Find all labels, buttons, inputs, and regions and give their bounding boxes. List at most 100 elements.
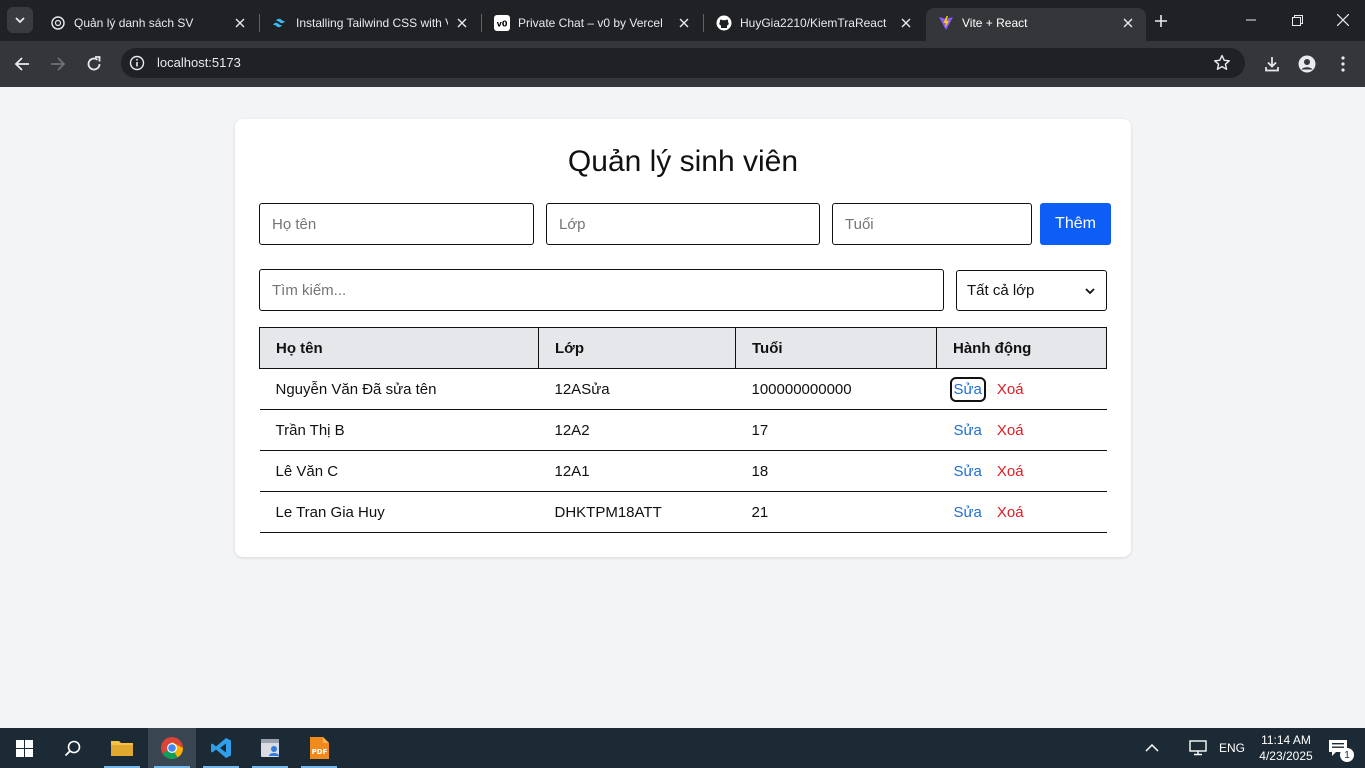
column-header-age: Tuổi [735, 327, 937, 369]
cell-actions: Sửa Xoá [936, 368, 1107, 410]
tab-quan-ly-danh-sach[interactable]: Quản lý danh sách SV [38, 8, 258, 41]
cell-age: 100000000000 [735, 368, 937, 410]
tailwind-icon [272, 15, 288, 31]
forward-button[interactable] [44, 50, 72, 78]
cell-age: 17 [735, 409, 937, 451]
address-bar[interactable]: localhost:5173 [121, 48, 1245, 78]
tab-title: Quản lý danh sách SV [74, 15, 194, 30]
cell-actions: Sửa Xoá [936, 409, 1107, 451]
minimize-button[interactable] [1228, 0, 1274, 40]
site-info-icon[interactable] [129, 55, 145, 71]
restore-icon [1291, 14, 1303, 26]
class-input[interactable] [546, 203, 820, 245]
back-button[interactable] [8, 50, 36, 78]
language-indicator[interactable]: ENG [1219, 741, 1245, 755]
profile-icon [1298, 55, 1316, 73]
cell-name: Nguyễn Văn Đã sửa tên [259, 368, 539, 410]
notification-badge: 1 [1340, 748, 1354, 762]
edit-button[interactable]: Sửa [953, 503, 983, 522]
age-input[interactable] [832, 203, 1032, 245]
notifications-button[interactable]: 1 [1318, 728, 1358, 768]
tab-search-button[interactable] [7, 7, 33, 33]
edit-button[interactable]: Sửa [953, 421, 983, 440]
tab-github-repo[interactable]: HuyGia2210/KiemTraReact [704, 8, 924, 41]
windows-logo-icon [15, 739, 33, 757]
tab-v0-chat[interactable]: v0 Private Chat – v0 by Vercel [482, 8, 702, 41]
github-icon [716, 15, 732, 31]
browser-toolbar: localhost:5173 [0, 41, 1365, 87]
search-input[interactable] [259, 269, 944, 311]
contacts-app-button[interactable] [246, 728, 294, 768]
cell-actions: Sửa Xoá [936, 491, 1107, 533]
new-tab-button[interactable] [1148, 8, 1174, 34]
clock-time: 11:14 AM [1261, 733, 1311, 747]
bookmark-star-icon[interactable] [1213, 54, 1231, 72]
table-row: Nguyễn Văn Đã sửa tên 12ASửa 10000000000… [259, 368, 1107, 410]
search-icon [64, 740, 80, 756]
student-manager-card: Quản lý sinh viên Thêm Tất cả lớp Họ tên… [235, 119, 1131, 557]
delete-button[interactable]: Xoá [997, 422, 1024, 439]
more-vert-icon [1341, 56, 1345, 72]
contact-card-icon [261, 739, 279, 757]
name-input[interactable] [259, 203, 534, 245]
start-button[interactable] [0, 728, 48, 768]
tab-title: Installing Tailwind CSS with V [296, 15, 448, 30]
pdf-app-button[interactable]: PDF [295, 728, 343, 768]
class-filter-select[interactable]: Tất cả lớp [956, 270, 1107, 311]
file-explorer-button[interactable] [98, 728, 146, 768]
chevron-down-icon [1084, 285, 1096, 297]
delete-button[interactable]: Xoá [997, 381, 1024, 398]
delete-button[interactable]: Xoá [997, 504, 1024, 521]
network-icon [1189, 740, 1207, 756]
tab-title: HuyGia2210/KiemTraReact [740, 15, 887, 30]
column-header-name: Họ tên [259, 327, 539, 369]
add-button[interactable]: Thêm [1040, 203, 1111, 245]
download-icon [1265, 57, 1279, 72]
close-tab-icon[interactable] [898, 15, 914, 31]
restore-button[interactable] [1274, 0, 1320, 40]
column-header-class: Lớp [538, 327, 736, 369]
close-tab-icon[interactable] [676, 15, 692, 31]
svg-text:v0: v0 [497, 19, 508, 28]
clock[interactable]: 11:14 AM 4/23/2025 [1255, 732, 1317, 764]
plus-icon [1155, 15, 1167, 27]
table-row: Lê Văn C 12A1 18 Sửa Xoá [259, 450, 1107, 492]
close-icon [1337, 14, 1349, 26]
cell-class: DHKTPM18ATT [538, 491, 736, 533]
cell-class: 12ASửa [538, 368, 736, 410]
tab-tailwind[interactable]: Installing Tailwind CSS with V [260, 8, 480, 41]
arrow-right-icon [51, 57, 66, 71]
url-text: localhost:5173 [157, 55, 241, 70]
cell-age: 18 [735, 450, 937, 492]
tab-title: Private Chat – v0 by Vercel [518, 15, 663, 30]
table-header-row: Họ tên Lớp Tuổi Hành động [259, 327, 1107, 369]
minimize-icon [1246, 19, 1256, 21]
reload-button[interactable] [80, 50, 108, 78]
downloads-button[interactable] [1258, 50, 1286, 78]
page-title: Quản lý sinh viên [567, 145, 799, 178]
profile-button[interactable] [1293, 50, 1321, 78]
folder-icon [111, 741, 133, 756]
cell-class: 12A2 [538, 409, 736, 451]
cell-name: Trần Thị B [259, 409, 539, 451]
show-hidden-icons-button[interactable] [1128, 728, 1176, 768]
vscode-icon [211, 738, 231, 758]
close-window-button[interactable] [1320, 0, 1365, 40]
search-button[interactable] [48, 728, 96, 768]
reload-icon [87, 56, 101, 71]
close-tab-icon[interactable] [232, 15, 248, 31]
tab-vite-react[interactable]: Vite + React [926, 8, 1146, 41]
menu-button[interactable] [1329, 50, 1357, 78]
cell-name: Le Tran Gia Huy [259, 491, 539, 533]
close-tab-icon[interactable] [454, 15, 470, 31]
edit-button[interactable]: Sửa [953, 462, 983, 481]
delete-button[interactable]: Xoá [997, 463, 1024, 480]
network-button[interactable] [1178, 728, 1218, 768]
vscode-button[interactable] [197, 728, 245, 768]
edit-button[interactable]: Sửa [949, 376, 986, 402]
openai-icon [50, 15, 66, 31]
cell-actions: Sửa Xoá [936, 450, 1107, 492]
chrome-button[interactable] [148, 728, 196, 768]
close-tab-icon[interactable] [1120, 15, 1136, 31]
arrow-left-icon [14, 57, 29, 71]
